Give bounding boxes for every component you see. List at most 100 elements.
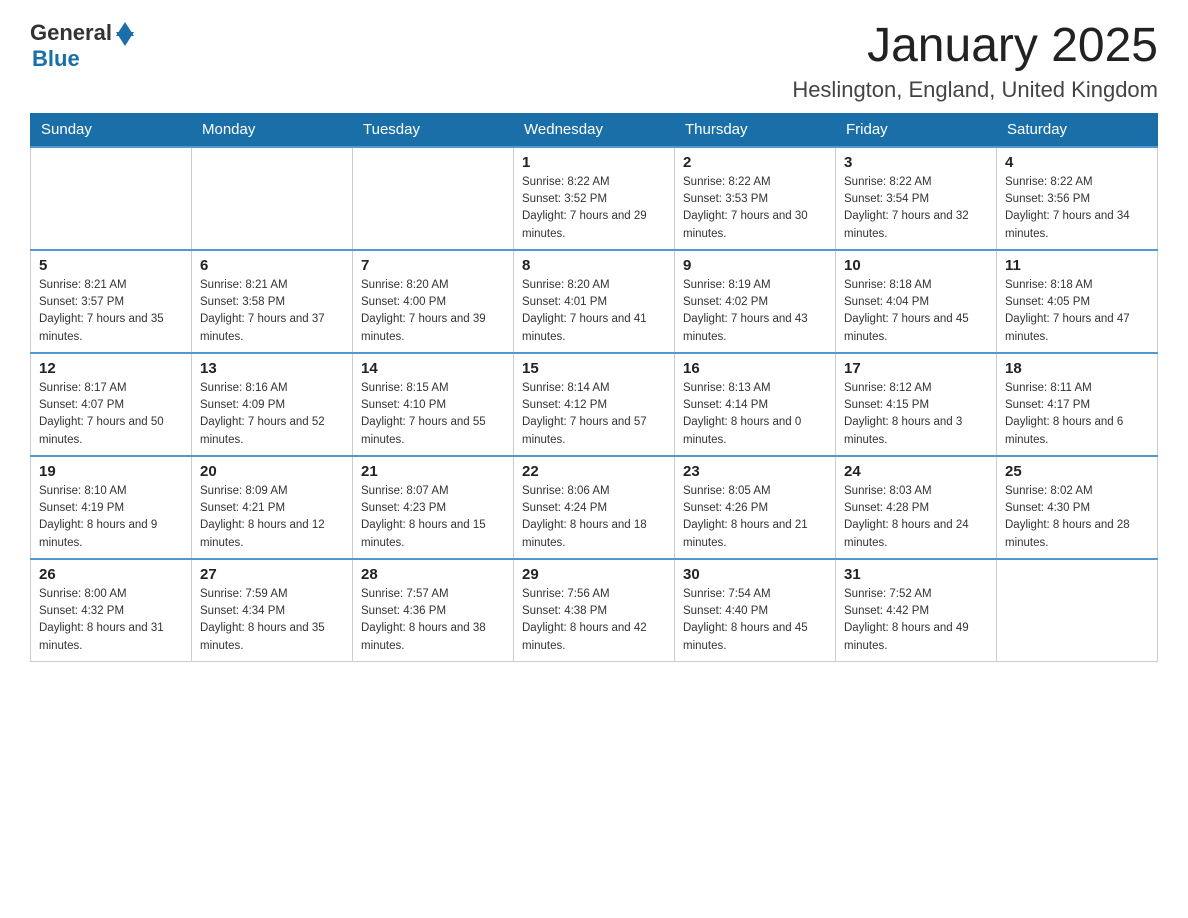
day-info: Sunrise: 8:13 AMSunset: 4:14 PMDaylight:…: [683, 380, 827, 449]
calendar-day-cell: 5 Sunrise: 8:21 AMSunset: 3:57 PMDaylight…: [31, 250, 192, 353]
day-info: Sunrise: 8:02 AMSunset: 4:30 PMDaylight:…: [1005, 483, 1149, 552]
day-number: 22: [522, 463, 666, 480]
calendar-day-cell: 24Sunrise: 8:03 AMSunset: 4:28 PMDayligh…: [836, 456, 997, 559]
calendar-day-cell: 3 Sunrise: 8:22 AMSunset: 3:54 PMDaylight…: [836, 147, 997, 250]
calendar-day-cell: [353, 147, 514, 250]
calendar-day-cell: 13 Sunrise: 8:16 AMSunset: 4:09 PMDayligh…: [192, 353, 353, 456]
day-number: 1: [522, 154, 666, 171]
day-number: 5: [39, 257, 183, 274]
calendar-day-cell: 18 Sunrise: 8:11 AMSunset: 4:17 PMDayligh…: [997, 353, 1158, 456]
calendar-day-cell: 25 Sunrise: 8:02 AMSunset: 4:30 PMDayligh…: [997, 456, 1158, 559]
day-number: 11: [1005, 257, 1149, 274]
day-info: Sunrise: 8:18 AMSunset: 4:05 PMDaylight:…: [1005, 277, 1149, 346]
calendar-day-cell: 14 Sunrise: 8:15 AMSunset: 4:10 PMDayligh…: [353, 353, 514, 456]
day-info: Sunrise: 8:22 AMSunset: 3:56 PMDaylight:…: [1005, 174, 1149, 243]
day-info: Sunrise: 8:05 AMSunset: 4:26 PMDaylight:…: [683, 483, 827, 552]
calendar-day-cell: 12 Sunrise: 8:17 AMSunset: 4:07 PMDayligh…: [31, 353, 192, 456]
calendar-day-cell: 31Sunrise: 7:52 AMSunset: 4:42 PMDayligh…: [836, 559, 997, 662]
day-number: 23: [683, 463, 827, 480]
calendar-day-cell: 15Sunrise: 8:14 AMSunset: 4:12 PMDayligh…: [514, 353, 675, 456]
day-number: 29: [522, 566, 666, 583]
calendar-week-row: 26 Sunrise: 8:00 AMSunset: 4:32 PMDayligh…: [31, 559, 1158, 662]
month-title: January 2025: [792, 20, 1158, 73]
day-info: Sunrise: 8:22 AMSunset: 3:54 PMDaylight:…: [844, 174, 988, 243]
logo: General Blue: [30, 20, 134, 72]
day-of-week-header: Wednesday: [514, 113, 675, 147]
day-info: Sunrise: 8:20 AMSunset: 4:01 PMDaylight:…: [522, 277, 666, 346]
location-title: Heslington, England, United Kingdom: [792, 77, 1158, 103]
day-number: 18: [1005, 360, 1149, 377]
day-of-week-header: Friday: [836, 113, 997, 147]
calendar-week-row: 5 Sunrise: 8:21 AMSunset: 3:57 PMDaylight…: [31, 250, 1158, 353]
day-of-week-header: Monday: [192, 113, 353, 147]
day-info: Sunrise: 8:22 AMSunset: 3:52 PMDaylight:…: [522, 174, 666, 243]
day-number: 15: [522, 360, 666, 377]
calendar-day-cell: 27 Sunrise: 7:59 AMSunset: 4:34 PMDayligh…: [192, 559, 353, 662]
day-number: 30: [683, 566, 827, 583]
day-number: 28: [361, 566, 505, 583]
day-number: 14: [361, 360, 505, 377]
calendar-day-cell: 6 Sunrise: 8:21 AMSunset: 3:58 PMDaylight…: [192, 250, 353, 353]
calendar-day-cell: 17Sunrise: 8:12 AMSunset: 4:15 PMDayligh…: [836, 353, 997, 456]
day-info: Sunrise: 8:09 AMSunset: 4:21 PMDaylight:…: [200, 483, 344, 552]
day-info: Sunrise: 7:56 AMSunset: 4:38 PMDaylight:…: [522, 586, 666, 655]
calendar-day-cell: 9 Sunrise: 8:19 AMSunset: 4:02 PMDaylight…: [675, 250, 836, 353]
day-info: Sunrise: 8:16 AMSunset: 4:09 PMDaylight:…: [200, 380, 344, 449]
day-number: 27: [200, 566, 344, 583]
day-number: 6: [200, 257, 344, 274]
calendar-day-cell: 1 Sunrise: 8:22 AMSunset: 3:52 PMDaylight…: [514, 147, 675, 250]
day-number: 16: [683, 360, 827, 377]
logo-blue-text: Blue: [32, 46, 80, 72]
calendar-day-cell: 8Sunrise: 8:20 AMSunset: 4:01 PMDaylight…: [514, 250, 675, 353]
day-number: 2: [683, 154, 827, 171]
calendar-week-row: 1 Sunrise: 8:22 AMSunset: 3:52 PMDaylight…: [31, 147, 1158, 250]
calendar-header-row: SundayMondayTuesdayWednesdayThursdayFrid…: [31, 113, 1158, 147]
calendar-day-cell: [192, 147, 353, 250]
calendar-day-cell: 11 Sunrise: 8:18 AMSunset: 4:05 PMDayligh…: [997, 250, 1158, 353]
day-number: 21: [361, 463, 505, 480]
day-info: Sunrise: 8:21 AMSunset: 3:58 PMDaylight:…: [200, 277, 344, 346]
day-info: Sunrise: 7:59 AMSunset: 4:34 PMDaylight:…: [200, 586, 344, 655]
calendar-table: SundayMondayTuesdayWednesdayThursdayFrid…: [30, 113, 1158, 662]
day-info: Sunrise: 8:21 AMSunset: 3:57 PMDaylight:…: [39, 277, 183, 346]
day-number: 12: [39, 360, 183, 377]
day-number: 9: [683, 257, 827, 274]
calendar-day-cell: 30 Sunrise: 7:54 AMSunset: 4:40 PMDayligh…: [675, 559, 836, 662]
calendar-day-cell: 29 Sunrise: 7:56 AMSunset: 4:38 PMDayligh…: [514, 559, 675, 662]
day-info: Sunrise: 8:11 AMSunset: 4:17 PMDaylight:…: [1005, 380, 1149, 449]
day-info: Sunrise: 8:10 AMSunset: 4:19 PMDaylight:…: [39, 483, 183, 552]
calendar-day-cell: 21 Sunrise: 8:07 AMSunset: 4:23 PMDayligh…: [353, 456, 514, 559]
day-number: 17: [844, 360, 988, 377]
calendar-day-cell: 26 Sunrise: 8:00 AMSunset: 4:32 PMDayligh…: [31, 559, 192, 662]
day-info: Sunrise: 8:19 AMSunset: 4:02 PMDaylight:…: [683, 277, 827, 346]
day-info: Sunrise: 8:22 AMSunset: 3:53 PMDaylight:…: [683, 174, 827, 243]
day-number: 3: [844, 154, 988, 171]
day-info: Sunrise: 7:54 AMSunset: 4:40 PMDaylight:…: [683, 586, 827, 655]
day-info: Sunrise: 8:07 AMSunset: 4:23 PMDaylight:…: [361, 483, 505, 552]
day-of-week-header: Thursday: [675, 113, 836, 147]
day-number: 25: [1005, 463, 1149, 480]
calendar-day-cell: 4 Sunrise: 8:22 AMSunset: 3:56 PMDaylight…: [997, 147, 1158, 250]
day-info: Sunrise: 8:18 AMSunset: 4:04 PMDaylight:…: [844, 277, 988, 346]
day-info: Sunrise: 8:15 AMSunset: 4:10 PMDaylight:…: [361, 380, 505, 449]
day-of-week-header: Sunday: [31, 113, 192, 147]
day-number: 26: [39, 566, 183, 583]
calendar-day-cell: 2 Sunrise: 8:22 AMSunset: 3:53 PMDaylight…: [675, 147, 836, 250]
calendar-day-cell: [997, 559, 1158, 662]
calendar-week-row: 19 Sunrise: 8:10 AMSunset: 4:19 PMDayligh…: [31, 456, 1158, 559]
day-number: 19: [39, 463, 183, 480]
calendar-day-cell: 23 Sunrise: 8:05 AMSunset: 4:26 PMDayligh…: [675, 456, 836, 559]
page-header: General Blue January 2025 Heslington, En…: [30, 20, 1158, 103]
calendar-day-cell: [31, 147, 192, 250]
day-of-week-header: Tuesday: [353, 113, 514, 147]
day-info: Sunrise: 7:52 AMSunset: 4:42 PMDaylight:…: [844, 586, 988, 655]
day-number: 7: [361, 257, 505, 274]
day-info: Sunrise: 8:17 AMSunset: 4:07 PMDaylight:…: [39, 380, 183, 449]
day-info: Sunrise: 8:00 AMSunset: 4:32 PMDaylight:…: [39, 586, 183, 655]
day-info: Sunrise: 7:57 AMSunset: 4:36 PMDaylight:…: [361, 586, 505, 655]
day-number: 4: [1005, 154, 1149, 171]
day-number: 13: [200, 360, 344, 377]
day-info: Sunrise: 8:06 AMSunset: 4:24 PMDaylight:…: [522, 483, 666, 552]
calendar-day-cell: 20Sunrise: 8:09 AMSunset: 4:21 PMDayligh…: [192, 456, 353, 559]
calendar-day-cell: 28 Sunrise: 7:57 AMSunset: 4:36 PMDayligh…: [353, 559, 514, 662]
